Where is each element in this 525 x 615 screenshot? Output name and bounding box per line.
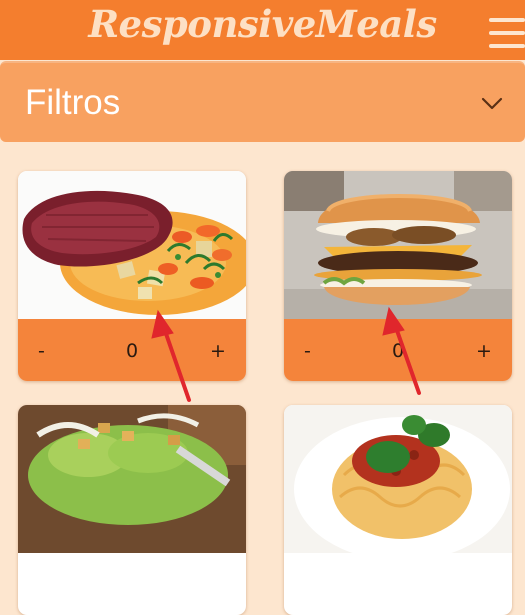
chevron-down-icon[interactable] [481,97,503,111]
tuna-steak-photo [18,171,246,319]
filters-label: Filtros [25,83,121,122]
app-header: ResponsiveMeals [0,0,525,60]
increment-button[interactable]: + [476,341,492,361]
filters-accordion[interactable]: Filtros [0,61,525,142]
menu-line [489,18,525,22]
app-logo[interactable]: ResponsiveMeals [0,2,525,46]
increment-button[interactable]: + [210,341,226,361]
caesar-salad-photo [18,405,246,553]
product-card-burger: - 0 + [284,171,512,381]
hamburger-menu-icon[interactable] [489,18,525,48]
quantity-controls: - 0 + [18,319,246,381]
spaghetti-photo [284,405,512,553]
cheeseburger-photo [284,171,512,319]
product-card-salad [18,405,246,615]
product-card-tuna: - 0 + [18,171,246,381]
menu-line [489,31,525,35]
menu-line [489,44,525,48]
product-card-spaghetti [284,405,512,615]
quantity-controls: - 0 + [284,319,512,381]
